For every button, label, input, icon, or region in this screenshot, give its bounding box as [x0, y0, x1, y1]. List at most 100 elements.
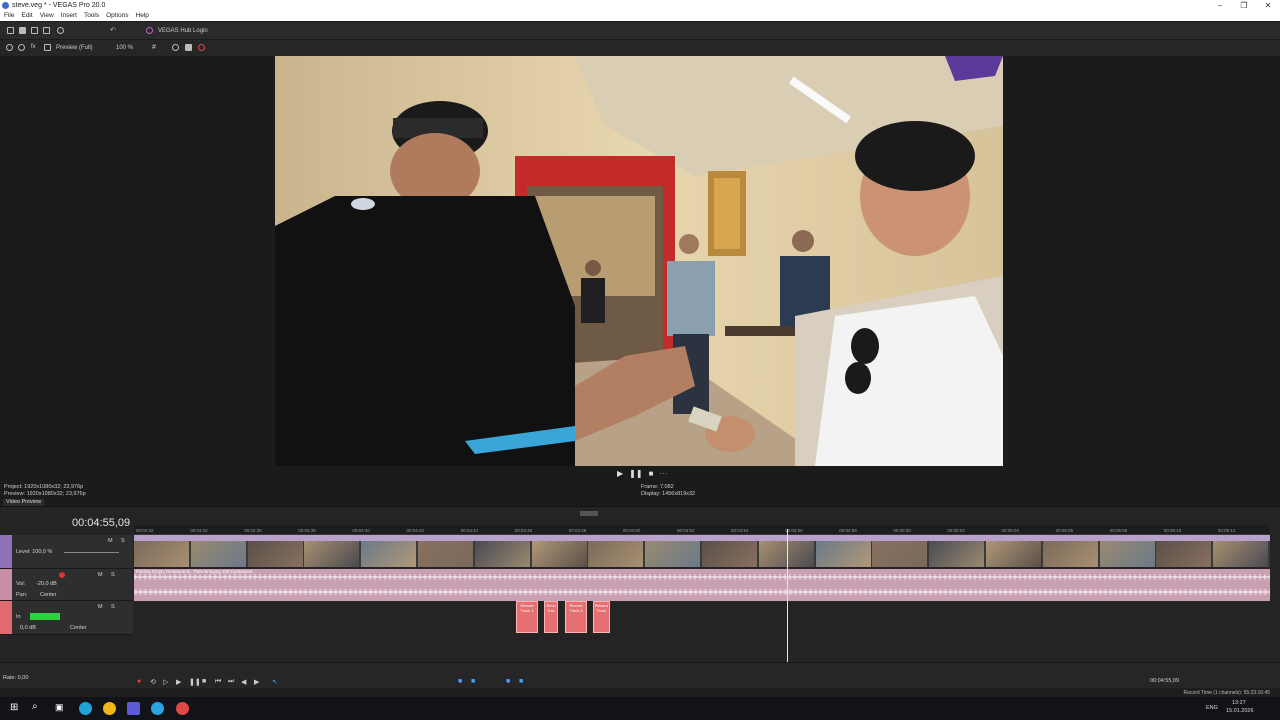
loop-playback-icon[interactable]: ⟲ [150, 678, 156, 686]
record-overlay-icon[interactable] [198, 44, 205, 51]
previous-frame-icon[interactable]: ◀ [241, 678, 246, 686]
record-mute-button[interactable]: M [98, 604, 103, 610]
task-view-icon[interactable]: ▣ [55, 702, 64, 713]
ruler-tick-label: 00:04:48 [568, 528, 587, 533]
timeline-scroll-marker[interactable] [580, 511, 598, 516]
menu-bar: File Edit View Insert Tools Options Help [0, 11, 1280, 21]
record-clip[interactable]: Record Track 3 [565, 601, 587, 633]
go-to-start-icon[interactable]: ⏮ [215, 678, 221, 686]
video-fx-gear-icon[interactable] [6, 44, 13, 51]
menu-insert[interactable]: Insert [61, 11, 77, 21]
normal-edit-tool-icon[interactable]: ↖ [272, 678, 278, 686]
obs-icon[interactable] [176, 702, 189, 715]
menu-tools[interactable]: Tools [84, 11, 99, 21]
menu-options[interactable]: Options [106, 11, 128, 21]
video-level-slider[interactable] [64, 552, 119, 553]
start-icon[interactable]: ⊞ [10, 702, 18, 713]
snapping-icon[interactable]: ■ [506, 678, 510, 685]
play-from-start-icon[interactable]: ▷ [163, 678, 168, 686]
record-lane[interactable]: Record Track 1 Reco Trac Record Track 3 … [134, 601, 1270, 635]
vegas-taskbar-icon[interactable] [127, 702, 140, 715]
audio-solo-button[interactable]: S [111, 572, 115, 578]
tab-video-preview[interactable]: Video Preview [3, 499, 45, 506]
quantize-icon[interactable]: ■ [519, 678, 523, 685]
video-frame-image [275, 56, 1003, 466]
copy-snapshot-icon[interactable] [185, 44, 192, 51]
record-icon[interactable]: ● [137, 678, 141, 685]
video-clip[interactable]: Finding Empty Restaurants, Then Bringing… [134, 535, 1270, 567]
render-icon[interactable] [43, 27, 50, 34]
chrome-icon[interactable] [103, 702, 116, 715]
menu-edit[interactable]: Edit [21, 11, 32, 21]
grid-overlay-icon[interactable]: # [152, 44, 159, 51]
close-button[interactable]: ✕ [1256, 0, 1280, 11]
language-indicator[interactable]: ENG [1206, 705, 1218, 711]
preview-play-icon[interactable]: ▶ [617, 469, 623, 478]
audio-mute-button[interactable]: M [98, 572, 103, 578]
menu-view[interactable]: View [40, 11, 54, 21]
video-mute-button[interactable]: M [108, 538, 113, 544]
lock-envelopes-icon[interactable]: ■ [471, 678, 475, 685]
video-lane[interactable]: Finding Empty Restaurants, Then Bringing… [134, 535, 1270, 569]
ruler-tick-label: 00:05:10 [1163, 528, 1182, 533]
record-solo-button[interactable]: S [111, 604, 115, 610]
record-clip[interactable]: Record Track 1 [516, 601, 538, 633]
volume-value: -20,0 dB [36, 581, 57, 587]
record-clip[interactable]: Reco Trac [544, 601, 558, 633]
playhead-cursor[interactable] [787, 529, 788, 667]
video-solo-button[interactable]: S [121, 538, 125, 544]
maximize-button[interactable]: ❐ [1232, 0, 1256, 11]
arm-record-icon[interactable] [59, 572, 65, 578]
preview-more-icon[interactable]: ⋯ [659, 469, 667, 478]
menu-help[interactable]: Help [136, 11, 149, 21]
minimize-button[interactable]: – [1208, 0, 1232, 11]
audio-clip[interactable]: Finding Empty Restaurants, Then Bringing… [134, 569, 1270, 601]
record-time-status: Record Time (1 channels): 55:23:16:45 [1183, 690, 1270, 696]
input-label: In [16, 614, 21, 620]
time-ruler[interactable]: 00:04:32 00:04:34 00:04:36 00:04:38 00:04:40… [134, 525, 1270, 535]
clock-date[interactable]: 15.01.2026 [1226, 708, 1254, 714]
preview-properties-text: Preview: 1920x1080x32; 23,976p [4, 490, 86, 497]
next-frame-icon[interactable]: ▶ [254, 678, 259, 686]
zoom-dropdown[interactable]: 100 % [116, 45, 133, 51]
fx-icon[interactable]: fx [31, 44, 38, 51]
new-project-icon[interactable] [7, 27, 14, 34]
clock-time[interactable]: 13:27 [1232, 700, 1246, 706]
play-icon[interactable]: ▶ [176, 678, 181, 686]
save-icon[interactable] [31, 27, 38, 34]
split-screen-icon[interactable] [44, 44, 51, 51]
record-clip[interactable]: Record Track [593, 601, 610, 633]
video-track-header[interactable]: M S Level: 100,0 % [0, 535, 133, 569]
open-icon[interactable] [19, 27, 26, 34]
auto-ripple-icon[interactable]: ■ [458, 678, 462, 685]
pause-icon[interactable]: ❚❚ [189, 678, 201, 686]
audio-track-header[interactable]: M S Vol: -20,0 dB Pan: Center [0, 569, 133, 601]
go-to-end-icon[interactable]: ⏭ [228, 678, 234, 686]
preview-info-bar: Project: 1920x1080x32; 23,976p Preview: … [0, 482, 1280, 506]
preview-quality-dropdown[interactable]: Preview (Full) [56, 45, 93, 51]
properties-gear-icon[interactable] [57, 27, 64, 34]
video-frame[interactable] [275, 56, 1003, 466]
telegram-icon[interactable] [151, 702, 164, 715]
audio-waveform [134, 574, 1270, 595]
menu-file[interactable]: File [4, 11, 14, 21]
preview-stop-icon[interactable]: ■ [649, 469, 654, 478]
ruler-tick-label: 00:05:12 [1217, 528, 1236, 533]
video-thumbnail [1213, 541, 1269, 567]
ruler-tick-label: 00:04:38 [298, 528, 316, 533]
audio-lane[interactable]: Finding Empty Restaurants, Then Bringing… [134, 569, 1270, 601]
snapshot-icon[interactable] [172, 44, 179, 51]
record-track-color [0, 601, 12, 634]
stop-icon[interactable]: ■ [202, 678, 206, 685]
video-thumbnail [872, 541, 928, 567]
input-meter [30, 613, 60, 620]
edge-icon[interactable] [79, 702, 92, 715]
record-track-header[interactable]: M S In 0,0 dB Center [0, 601, 133, 635]
undo-icon[interactable]: ↶ [110, 27, 117, 34]
display-size-text: Display: 1456x819x32 [641, 490, 696, 497]
preview-pause-icon[interactable]: ❚❚ [629, 469, 642, 478]
search-icon[interactable]: ⌕ [32, 701, 38, 712]
video-thumbnail [702, 541, 757, 567]
loop-icon[interactable] [18, 44, 25, 51]
vegas-hub-login-link[interactable]: VEGAS Hub Login [158, 28, 208, 34]
